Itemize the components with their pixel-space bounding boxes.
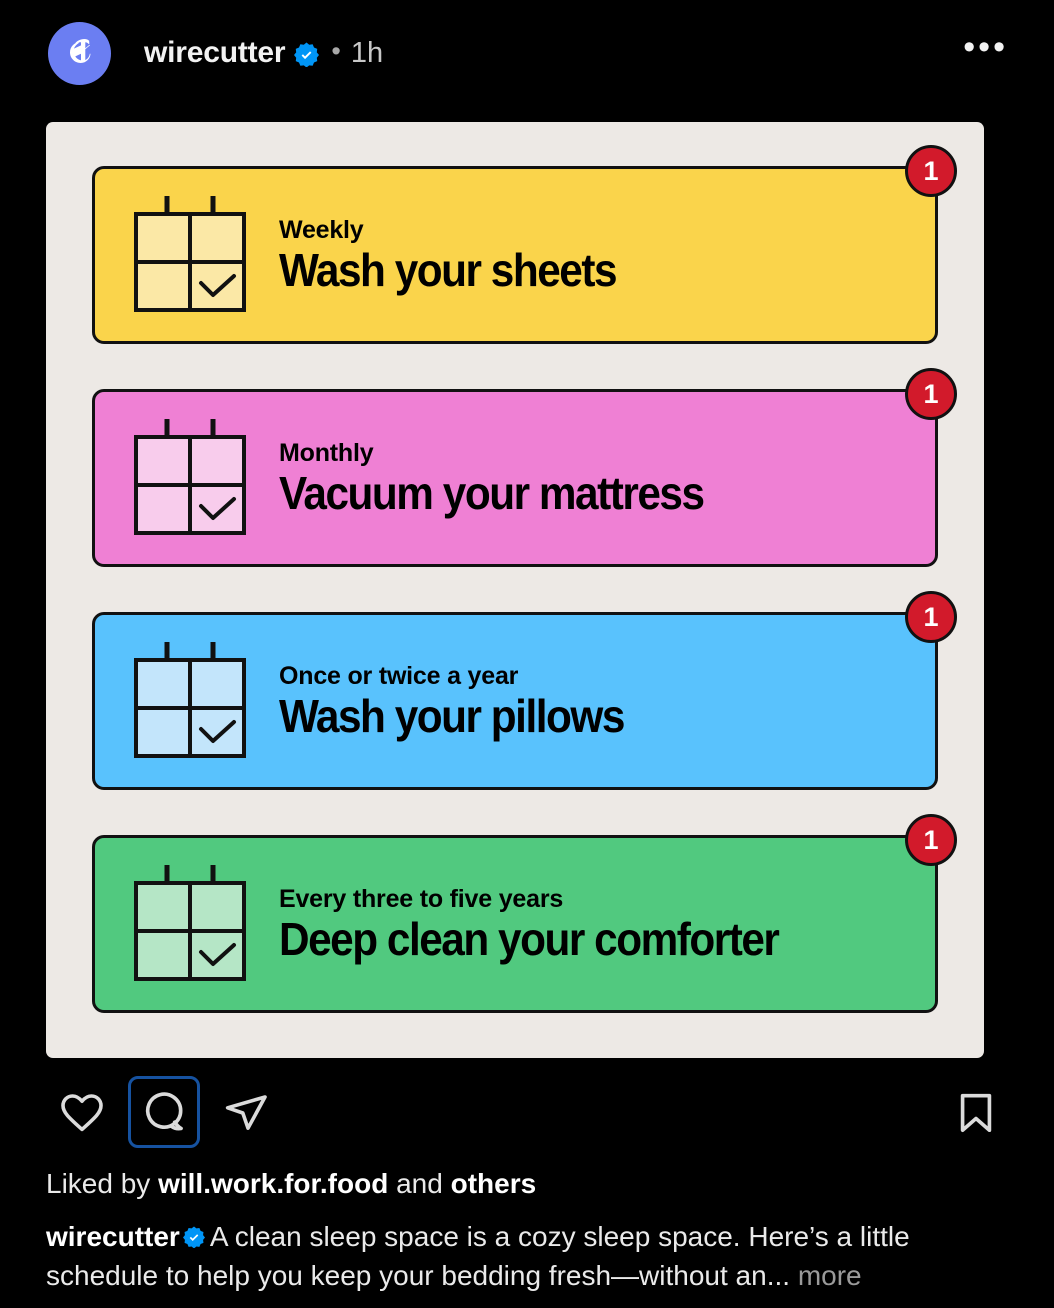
more-options-icon[interactable]: ••• (963, 30, 1008, 65)
task-card-kicker: Every three to five years (279, 884, 564, 913)
calendar-check-icon (131, 638, 249, 765)
nyt-t-logo-icon (60, 33, 100, 73)
avatar[interactable] (48, 21, 111, 85)
task-card-kicker: Weekly (279, 215, 364, 244)
comment-bubble-icon (141, 1089, 187, 1135)
header-separator: • (331, 35, 341, 66)
status-badge: 1 (905, 145, 957, 197)
verified-badge-icon (182, 1221, 205, 1258)
task-card-text: Once or twice a year Wash your pillows (279, 662, 654, 740)
status-badge: 1 (905, 368, 957, 420)
task-card: Once or twice a year Wash your pillows 1 (92, 591, 957, 790)
task-card-title: Wash your pillows (279, 689, 625, 742)
share-button[interactable] (210, 1076, 282, 1148)
task-card-text: Weekly Wash your sheets (279, 216, 645, 294)
calendar-check-icon (131, 415, 249, 542)
post-media[interactable]: Weekly Wash your sheets 1 Monthly Vacuum… (46, 122, 984, 1058)
bookmark-icon (953, 1089, 999, 1135)
share-paper-plane-icon (222, 1088, 270, 1136)
task-card-text: Every three to five years Deep clean you… (279, 885, 822, 963)
task-card: Weekly Wash your sheets 1 (92, 145, 957, 344)
save-button[interactable] (940, 1076, 1012, 1148)
action-bar (0, 1070, 1054, 1154)
task-card-title: Deep clean your comforter (279, 912, 780, 965)
task-card-kicker: Monthly (279, 438, 374, 467)
action-bar-left (46, 1076, 940, 1148)
task-card: Monthly Vacuum your mattress 1 (92, 368, 957, 567)
liked-by-middle: and (388, 1168, 451, 1199)
task-card-text: Monthly Vacuum your mattress (279, 439, 740, 517)
task-card-kicker: Once or twice a year (279, 661, 519, 690)
account-username[interactable]: wirecutter (144, 38, 286, 68)
verified-badge-icon (294, 42, 320, 67)
liked-by-text: Liked by will.work.for.food and others (0, 1166, 1054, 1201)
header-meta: wirecutter • 1h (144, 35, 963, 69)
liked-by-others[interactable]: others (451, 1168, 537, 1199)
liked-by-username[interactable]: will.work.for.food (158, 1168, 388, 1199)
status-badge: 1 (905, 591, 957, 643)
task-card: Every three to five years Deep clean you… (92, 814, 957, 1013)
liked-by-prefix: Liked by (46, 1168, 159, 1199)
like-button[interactable] (46, 1076, 118, 1148)
post-timestamp: 1h (350, 36, 384, 69)
task-card-title: Vacuum your mattress (279, 466, 705, 519)
task-card-title: Wash your sheets (279, 243, 618, 296)
comment-button[interactable] (128, 1076, 200, 1148)
status-badge: 1 (905, 814, 957, 866)
instagram-post: wirecutter • 1h ••• Weekly Wash your she… (0, 0, 1054, 1308)
task-card-list: Weekly Wash your sheets 1 Monthly Vacuum… (46, 145, 984, 1013)
post-caption: wirecutter A clean sleep space is a cozy… (0, 1219, 1054, 1295)
heart-icon (58, 1088, 106, 1136)
caption-more-link[interactable]: more (798, 1260, 862, 1291)
caption-username[interactable]: wirecutter (46, 1221, 180, 1252)
post-header: wirecutter • 1h ••• (0, 0, 1054, 106)
calendar-check-icon (131, 192, 249, 319)
calendar-check-icon (131, 861, 249, 988)
